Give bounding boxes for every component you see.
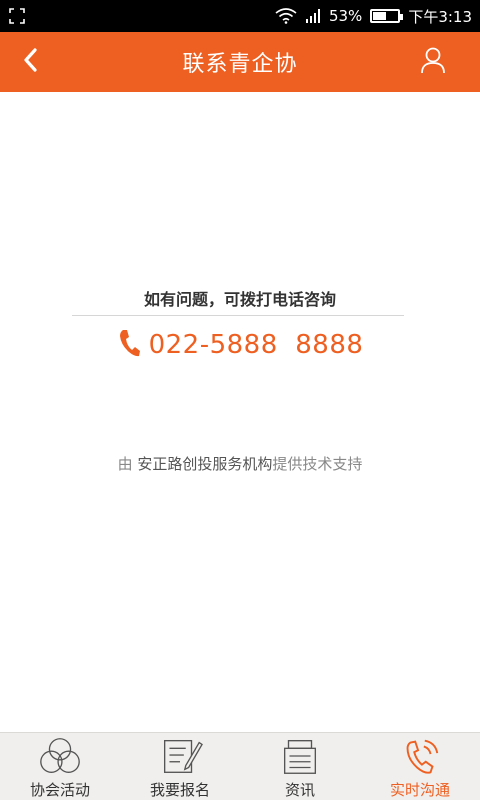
nav-label-activities: 协会活动 xyxy=(29,781,90,799)
nav-item-activities[interactable]: 协会活动 xyxy=(0,733,120,800)
chevron-left-icon xyxy=(22,47,38,77)
nav-item-live-chat[interactable]: 实时沟通 xyxy=(360,733,480,800)
screenshot-icon xyxy=(8,7,26,25)
user-icon xyxy=(420,46,446,78)
divider xyxy=(72,315,404,316)
nav-label-news: 资讯 xyxy=(284,781,315,799)
bottom-nav: 协会活动 我要报名 资讯 实时沟通 xyxy=(0,732,480,800)
support-prefix: 由 xyxy=(117,455,138,473)
user-profile-button[interactable] xyxy=(416,46,450,78)
signup-form-icon xyxy=(157,736,203,776)
battery-percent: 53% xyxy=(328,7,363,25)
nav-label-live-chat: 实时沟通 xyxy=(389,781,450,799)
phone-number: 022-5888 8888 xyxy=(148,330,364,360)
support-suffix: 提供技术支持 xyxy=(272,455,363,473)
support-org: 安正路创投服务机构 xyxy=(137,455,273,473)
status-time: 下午3:13 xyxy=(408,7,472,26)
news-icon xyxy=(277,736,323,776)
nav-item-news[interactable]: 资讯 xyxy=(240,733,360,800)
battery-fill xyxy=(373,12,387,20)
contact-hint: 如有问题，可拨打电话咨询 xyxy=(143,290,336,309)
main-content: 如有问题，可拨打电话咨询 022-5888 8888 由 安正路创投服务机构提供… xyxy=(0,92,480,732)
wifi-icon xyxy=(275,8,297,24)
app-header: 联系青企协 xyxy=(0,32,480,92)
phone-icon xyxy=(117,328,141,362)
phone-call-icon xyxy=(397,736,443,776)
battery-icon xyxy=(370,9,404,23)
signal-icon xyxy=(305,8,321,24)
circles-icon xyxy=(37,736,83,776)
support-credit: 由 安正路创投服务机构提供技术支持 xyxy=(0,453,480,474)
nav-label-signup: 我要报名 xyxy=(149,781,210,799)
page-title: 联系青企协 xyxy=(182,52,298,77)
back-button[interactable] xyxy=(22,46,62,78)
status-bar: 53% 下午3:13 xyxy=(0,0,480,32)
nav-item-signup[interactable]: 我要报名 xyxy=(120,733,240,800)
phone-call-link[interactable]: 022-5888 8888 xyxy=(0,328,480,362)
